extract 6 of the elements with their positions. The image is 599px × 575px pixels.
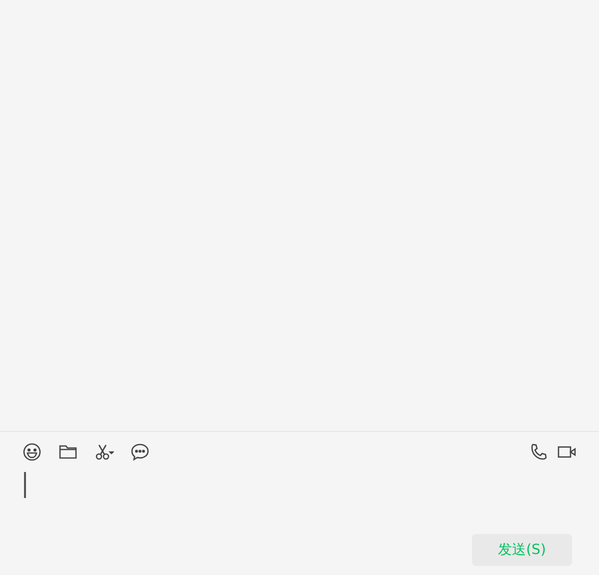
text-cursor	[24, 472, 26, 498]
phone-icon[interactable]	[529, 442, 549, 462]
chat-bubble-icon[interactable]	[130, 442, 150, 462]
emoji-icon[interactable]	[22, 442, 42, 462]
scissors-icon[interactable]	[94, 442, 114, 462]
send-button[interactable]: 发送(S)	[472, 534, 572, 566]
